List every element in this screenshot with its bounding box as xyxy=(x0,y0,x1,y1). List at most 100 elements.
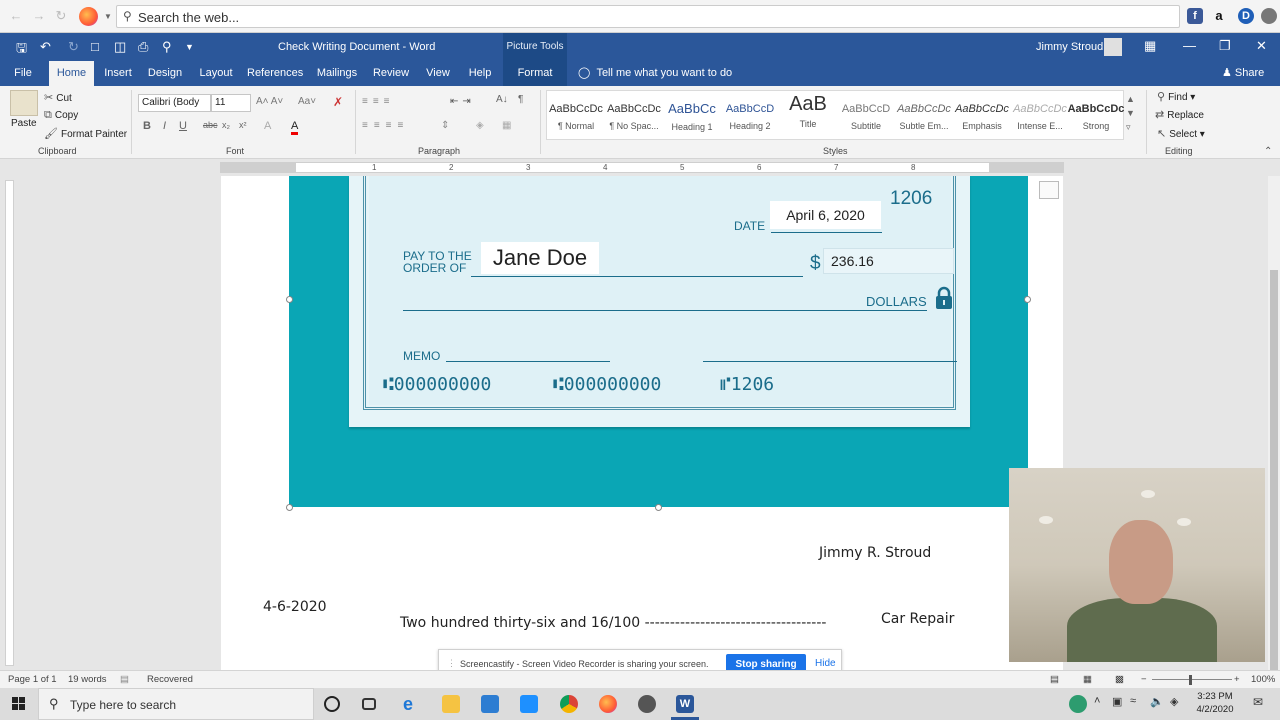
bold-icon[interactable]: B xyxy=(143,120,151,132)
style-subtle-emphasis[interactable]: AaBbCcDc Subtle Em... xyxy=(895,91,953,137)
style-no-spacing[interactable]: AaBbCcDc ¶ No Spac... xyxy=(605,91,663,137)
windows-start-icon[interactable] xyxy=(0,688,38,720)
vertical-ruler[interactable] xyxy=(5,180,14,666)
change-case-icon[interactable]: Aa˅ xyxy=(298,96,316,107)
save-icon[interactable]: 🖫 xyxy=(16,39,27,61)
tell-me-search[interactable]: ◯ Tell me what you want to do xyxy=(578,61,732,86)
tab-home[interactable]: Home xyxy=(49,61,94,86)
amazon-icon[interactable]: a xyxy=(1211,8,1227,24)
date-field[interactable]: April 6, 2020 xyxy=(770,201,881,229)
new-document-icon[interactable]: □ xyxy=(91,39,99,54)
sort-icon[interactable]: A↓ xyxy=(496,94,508,105)
style-heading-1[interactable]: AaBbCc Heading 1 xyxy=(663,91,721,137)
network-icon[interactable]: ▣ xyxy=(1112,695,1130,713)
firefox-icon[interactable] xyxy=(79,7,98,26)
zoom-slider[interactable] xyxy=(1152,679,1232,680)
drag-handle-icon[interactable]: ⋮ xyxy=(447,658,456,669)
replace-button[interactable]: ⇄ Replace xyxy=(1155,108,1204,121)
superscript-icon[interactable]: x² xyxy=(239,120,247,130)
app-icon[interactable] xyxy=(638,695,656,713)
minimize-icon[interactable]: — xyxy=(1183,38,1196,53)
share-button[interactable]: ♟ Share xyxy=(1222,61,1264,86)
user-name[interactable]: Jimmy Stroud xyxy=(1036,41,1103,53)
open-folder-icon[interactable]: ◫ xyxy=(114,39,126,55)
style-intense-emphasis[interactable]: AaBbCcDc Intense E... xyxy=(1011,91,1069,137)
close-icon[interactable]: ✕ xyxy=(1256,38,1267,54)
underline-icon[interactable]: U xyxy=(179,120,187,132)
chrome-icon[interactable] xyxy=(560,695,578,713)
notifications-icon[interactable]: ✉ xyxy=(1253,695,1271,713)
amount-field[interactable]: 236.16 xyxy=(823,248,954,274)
facebook-icon[interactable]: f xyxy=(1187,8,1203,24)
print-preview-icon[interactable]: ⚲ xyxy=(162,39,172,55)
dropbox-icon[interactable] xyxy=(520,695,538,713)
font-name-select[interactable]: Calibri (Body xyxy=(138,94,211,112)
style-strong[interactable]: AaBbCcDc Strong xyxy=(1067,91,1125,137)
file-explorer-icon[interactable] xyxy=(442,695,460,713)
profile-icon[interactable] xyxy=(1261,8,1277,24)
paste-button[interactable]: Paste xyxy=(11,118,37,129)
cut-button[interactable]: ✂ Cut xyxy=(44,91,72,104)
font-color-icon[interactable]: A xyxy=(291,120,299,135)
volume-icon[interactable]: 🔈 xyxy=(1150,695,1168,713)
style-heading-2[interactable]: AaBbCcD Heading 2 xyxy=(721,91,779,137)
collapse-ribbon-icon[interactable]: ⌃ xyxy=(1264,146,1272,157)
alignment-icon[interactable]: ≡≡≡≡ xyxy=(362,120,409,131)
pilcrow-icon[interactable]: ¶ xyxy=(518,94,523,105)
format-painter-button[interactable]: 🖌 Format Painter xyxy=(44,127,127,140)
read-mode-icon[interactable]: ▤ xyxy=(1050,674,1059,685)
reload-icon[interactable]: ↻ xyxy=(53,8,69,24)
tab-review[interactable]: Review xyxy=(370,61,412,86)
task-view-icon[interactable] xyxy=(362,698,376,710)
firefox-icon[interactable] xyxy=(599,695,617,713)
customize-qat-icon[interactable]: ▼ xyxy=(185,42,194,52)
cortana-icon[interactable] xyxy=(324,696,340,712)
text-effects-icon[interactable]: A xyxy=(264,120,271,132)
restore-icon[interactable]: ❐ xyxy=(1219,38,1231,54)
web-layout-icon[interactable]: ▩ xyxy=(1115,674,1124,685)
vertical-scrollbar[interactable] xyxy=(1268,176,1280,670)
zoom-in-icon[interactable]: + xyxy=(1234,674,1240,685)
taskbar-search-input[interactable]: ⚲ Type here to search xyxy=(38,688,314,720)
tab-layout[interactable]: Layout xyxy=(196,61,236,86)
chevron-up-icon[interactable]: ˄ xyxy=(1094,695,1112,713)
ribbon-display-options-icon[interactable]: ▦ xyxy=(1144,38,1156,54)
print-icon[interactable]: ⎙ xyxy=(138,39,148,55)
avatar[interactable] xyxy=(1104,38,1122,56)
style-normal[interactable]: AaBbCcDc ¶ Normal xyxy=(547,91,605,137)
proofing-icon[interactable]: ▤ xyxy=(120,674,129,685)
dropbox-tray-icon[interactable]: ◈ xyxy=(1170,695,1188,713)
resize-handle[interactable] xyxy=(655,504,662,511)
zoom-out-icon[interactable]: − xyxy=(1141,674,1147,685)
find-button[interactable]: ⚲ Find ▾ xyxy=(1157,90,1195,103)
italic-icon[interactable]: I xyxy=(163,120,166,132)
shading-icon[interactable]: ◈ xyxy=(476,120,484,131)
styles-scroll-icon[interactable]: ▲ ▼ ▿ xyxy=(1126,92,1135,134)
tab-references[interactable]: References xyxy=(247,61,303,86)
clear-formatting-icon[interactable]: ✗ xyxy=(333,95,343,109)
resize-handle[interactable] xyxy=(1024,296,1031,303)
back-icon[interactable]: ← xyxy=(8,8,24,24)
strikethrough-icon[interactable]: abc xyxy=(203,120,218,130)
indent-icon[interactable]: ⇤⇥ xyxy=(450,96,475,107)
tab-format[interactable]: Format xyxy=(503,61,567,86)
style-subtitle[interactable]: AaBbCcD Subtitle xyxy=(837,91,895,137)
layout-options-icon[interactable] xyxy=(1039,181,1059,199)
tab-insert[interactable]: Insert xyxy=(100,61,136,86)
tab-help[interactable]: Help xyxy=(464,61,496,86)
resize-handle[interactable] xyxy=(286,296,293,303)
zoom-level[interactable]: 100% xyxy=(1251,674,1275,685)
font-size-select[interactable]: 11 xyxy=(211,94,251,112)
undo-icon[interactable]: ↶ xyxy=(40,39,51,55)
chevron-down-icon[interactable]: ▼ xyxy=(100,9,116,25)
redo-icon[interactable]: ↻ xyxy=(68,39,79,55)
select-button[interactable]: ↖ Select ▾ xyxy=(1157,127,1205,140)
clipboard-icon[interactable] xyxy=(10,90,38,116)
forward-icon[interactable]: → xyxy=(31,8,47,24)
tab-file[interactable]: File xyxy=(8,61,38,86)
word-icon[interactable]: W xyxy=(676,695,694,713)
style-title[interactable]: AaB Title xyxy=(779,91,837,137)
line-spacing-icon[interactable]: ⇕ xyxy=(441,120,449,131)
subscript-icon[interactable]: x₂ xyxy=(222,120,230,130)
dashlane-icon[interactable]: D xyxy=(1238,8,1254,24)
